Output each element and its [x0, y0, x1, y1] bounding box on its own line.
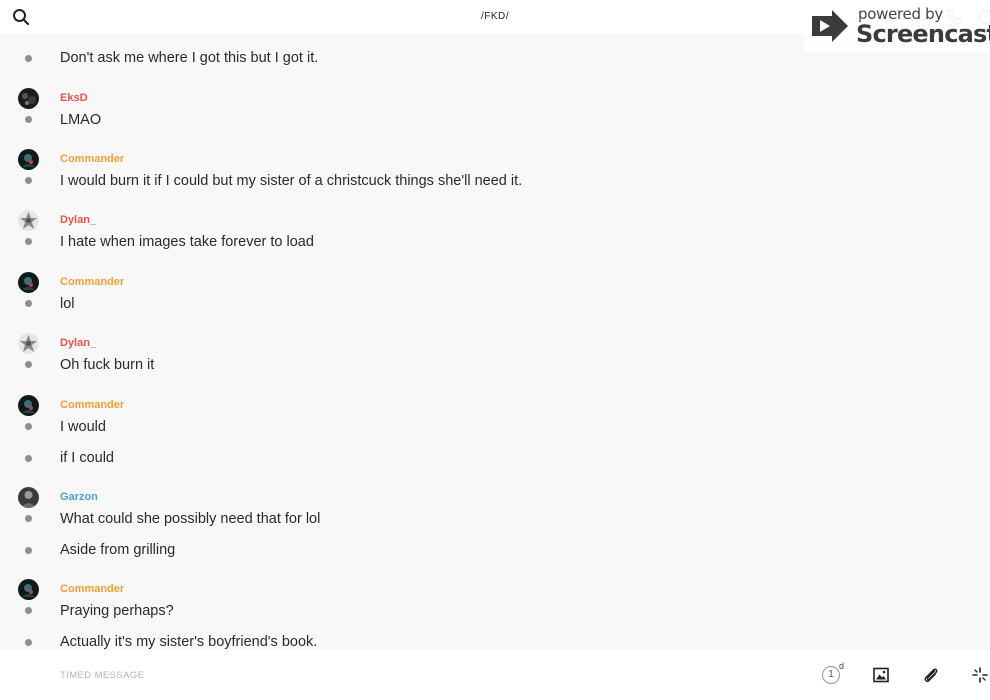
composer-bar: 1 d: [0, 650, 990, 700]
username[interactable]: Dylan_: [60, 337, 96, 349]
username[interactable]: Commander: [60, 399, 124, 411]
image-icon[interactable]: [873, 667, 889, 683]
sparkle-icon[interactable]: [972, 667, 988, 683]
paperclip-icon[interactable]: [922, 666, 940, 684]
message-dot: [25, 547, 32, 554]
message-dot: [25, 238, 32, 245]
message-dot: [25, 607, 32, 614]
avatar[interactable]: [18, 395, 39, 416]
username[interactable]: Dylan_: [60, 214, 96, 226]
username[interactable]: Commander: [60, 276, 124, 288]
username[interactable]: Commander: [60, 583, 124, 595]
message-dot: [25, 55, 32, 62]
message-text: lol: [60, 296, 75, 312]
message-text: Praying perhaps?: [60, 603, 174, 619]
avatar[interactable]: [18, 579, 39, 600]
timer-value: 1: [822, 666, 840, 684]
avatar[interactable]: [18, 210, 39, 231]
message-text: I would: [60, 419, 106, 435]
avatar[interactable]: [18, 487, 39, 508]
avatar[interactable]: [18, 149, 39, 170]
message-input[interactable]: [60, 666, 760, 684]
message-text: I would burn it if I could but my sister…: [60, 173, 523, 189]
username[interactable]: Commander: [60, 153, 124, 165]
message-dot: [25, 177, 32, 184]
message-text: Oh fuck burn it: [60, 357, 155, 373]
message-dot: [25, 361, 32, 368]
timer-icon[interactable]: 1 d: [822, 661, 846, 686]
message-text: if I could: [60, 450, 114, 466]
message-dot: [25, 423, 32, 430]
username[interactable]: Garzon: [60, 491, 98, 503]
message-text: LMAO: [60, 112, 102, 128]
avatar[interactable]: [18, 333, 39, 354]
message-text: I hate when images take forever to load: [60, 234, 314, 250]
timer-unit: d: [839, 661, 845, 671]
avatar[interactable]: [18, 272, 39, 293]
message-dot: [25, 515, 32, 522]
message-dot: [25, 300, 32, 307]
message-dot: [25, 116, 32, 123]
message-text: Don't ask me where I got this but I got …: [60, 50, 319, 66]
message-text: Aside from grilling: [60, 542, 176, 558]
username[interactable]: EksD: [60, 92, 88, 104]
message-text: What could she possibly need that for lo…: [60, 511, 321, 527]
message-dot: [25, 639, 32, 646]
message-dot: [25, 455, 32, 462]
avatar[interactable]: [18, 88, 39, 109]
message-list: Don't ask me where I got this but I got …: [0, 34, 990, 650]
message-text: Actually it's my sister's boyfriend's bo…: [60, 634, 318, 650]
